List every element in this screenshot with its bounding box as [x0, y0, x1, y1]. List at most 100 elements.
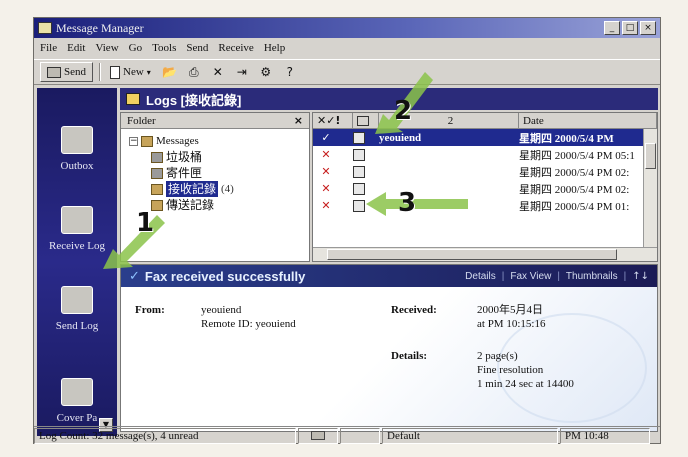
tree-item-label: 垃圾桶: [166, 150, 203, 164]
scroll-thumb[interactable]: [645, 143, 656, 169]
callout-number-3: 3: [398, 188, 417, 218]
nav-send-log-label: Send Log: [55, 320, 99, 332]
remote-id: Remote ID: yeouiend: [201, 318, 296, 330]
title-bar: Message Manager _ □ ×: [34, 18, 660, 38]
menu-go[interactable]: Go: [129, 42, 142, 54]
fax-icon: [353, 148, 365, 161]
send-button[interactable]: Send: [40, 62, 93, 82]
tree-item-trash[interactable]: 垃圾桶: [151, 149, 309, 165]
tab-separator: |: [501, 270, 505, 282]
callout-number-1: 1: [136, 208, 155, 238]
fax-status-icon: [311, 431, 325, 440]
minimize-icon[interactable]: _: [604, 21, 620, 35]
date-column-header[interactable]: Date: [519, 113, 657, 129]
menu-tools[interactable]: Tools: [152, 42, 176, 54]
callout-arrow-1: [103, 215, 165, 269]
received-time: at PM 10:15:16: [477, 318, 546, 330]
status-icon-cell: [298, 427, 338, 444]
tab-separator: |: [623, 270, 627, 282]
collapse-icon[interactable]: −: [129, 136, 138, 146]
list-date: 星期四 2000/5/4 PM 01:: [519, 200, 630, 213]
print-icon[interactable]: ⎙: [185, 63, 203, 81]
read-check-icon: ✓: [321, 131, 331, 144]
nav-outbox[interactable]: Outbox: [37, 126, 117, 172]
nav-outbox-label: Outbox: [60, 160, 94, 172]
menu-help[interactable]: Help: [264, 42, 285, 54]
open-folder-icon[interactable]: 📂: [161, 63, 179, 81]
logs-icon: [126, 93, 140, 105]
list-date: 星期四 2000/5/4 PM: [519, 132, 614, 145]
close-icon[interactable]: ×: [640, 21, 656, 35]
logs-header-label: Logs [接收記錄]: [146, 92, 242, 108]
status-column-header[interactable]: ✕✓!: [313, 113, 353, 129]
details-duration: 1 min 24 sec at 14400: [477, 378, 574, 390]
preview-pane: ✓ Fax received successfully Details | Fa…: [120, 264, 658, 432]
fax-icon: [353, 131, 365, 144]
receive-log-icon: [61, 206, 93, 234]
help-icon[interactable]: ?: [281, 63, 299, 81]
details-label: Details:: [391, 350, 428, 362]
nav-send-log[interactable]: Send Log: [37, 286, 117, 332]
menu-send[interactable]: Send: [186, 42, 208, 54]
toolbar: Send New ▾ 📂 ⎙ ✕ ⇥ ⚙ ?: [34, 59, 660, 85]
status-time: PM 10:48: [560, 427, 650, 444]
error-x-icon: ✕: [321, 148, 331, 161]
new-button[interactable]: New ▾: [106, 62, 155, 82]
menu-edit[interactable]: Edit: [67, 42, 85, 54]
tab-separator: |: [557, 270, 560, 282]
delete-icon[interactable]: ✕: [209, 63, 227, 81]
close-pane-icon[interactable]: ×: [294, 114, 303, 127]
app-icon: [38, 22, 52, 34]
details-pages: 2 page(s): [477, 350, 518, 362]
details-resolution: Fine resolution: [477, 364, 544, 376]
from-label: From:: [135, 304, 165, 316]
list-date: 星期四 2000/5/4 PM 02:: [519, 183, 630, 196]
toolbar-separator: [99, 63, 100, 81]
new-button-label: New: [123, 66, 144, 78]
preview-header: ✓ Fax received successfully Details | Fa…: [121, 265, 657, 287]
preview-tabs: Details | Fax View | Thumbnails | ↑↓: [465, 271, 649, 282]
from-value: yeouiend Remote ID: yeouiend: [201, 303, 296, 331]
outbox-folder-icon: [151, 167, 163, 179]
chevron-down-icon[interactable]: ▾: [147, 68, 151, 77]
trash-icon: [151, 151, 163, 163]
received-value: 2000年5月4日 at PM 10:15:16: [477, 303, 545, 331]
tools-icon[interactable]: ⚙: [257, 63, 275, 81]
status-bar: Log Count: 32 message(s), 4 unread Defau…: [34, 426, 660, 444]
list-item[interactable]: ✕ 星期四 2000/5/4 PM 02:: [313, 163, 657, 180]
list-date: 星期四 2000/5/4 PM 02:: [519, 166, 630, 179]
tree-root[interactable]: − Messages: [129, 133, 309, 149]
list-horizontal-scrollbar[interactable]: [313, 247, 657, 261]
list-date: 星期四 2000/5/4 PM 05:1: [519, 149, 635, 162]
tab-fax-view[interactable]: Fax View: [510, 271, 551, 282]
fax-icon: [353, 165, 365, 178]
status-log-count: Log Count: 32 message(s), 4 unread: [34, 427, 296, 444]
move-icon[interactable]: ⇥: [233, 63, 251, 81]
unread-count: (4): [221, 183, 234, 195]
nav-cover-page-label: Cover Pa: [56, 412, 98, 424]
received-label: Received:: [391, 304, 437, 316]
status-profile: Default: [382, 427, 558, 444]
fax-type-cell: [339, 165, 379, 178]
error-x-icon: ✕: [321, 165, 331, 178]
menu-bar: File Edit View Go Tools Send Receive Hel…: [34, 39, 660, 57]
menu-file[interactable]: File: [40, 42, 57, 54]
tree-item-outbox[interactable]: 寄件匣: [151, 165, 309, 181]
tab-details[interactable]: Details: [465, 271, 496, 282]
tree-root-label: Messages: [156, 135, 199, 147]
menu-receive[interactable]: Receive: [218, 42, 253, 54]
error-x-icon: ✕: [321, 199, 331, 212]
send-button-label: Send: [64, 66, 86, 78]
list-item[interactable]: ✕ 星期四 2000/5/4 PM 05:1: [313, 146, 657, 163]
pin-icon[interactable]: ↑↓: [632, 271, 649, 282]
scroll-thumb[interactable]: [327, 249, 617, 260]
list-vertical-scrollbar[interactable]: [643, 129, 657, 247]
maximize-icon[interactable]: □: [622, 21, 638, 35]
menu-view[interactable]: View: [95, 42, 118, 54]
tab-thumbnails[interactable]: Thumbnails: [566, 271, 618, 282]
callout-arrow-3: [366, 192, 468, 216]
callout-number-2: 2: [394, 96, 413, 126]
folder-header-label: Folder: [127, 114, 156, 127]
receive-folder-icon: [151, 183, 163, 195]
window-controls: _ □ ×: [604, 21, 656, 35]
